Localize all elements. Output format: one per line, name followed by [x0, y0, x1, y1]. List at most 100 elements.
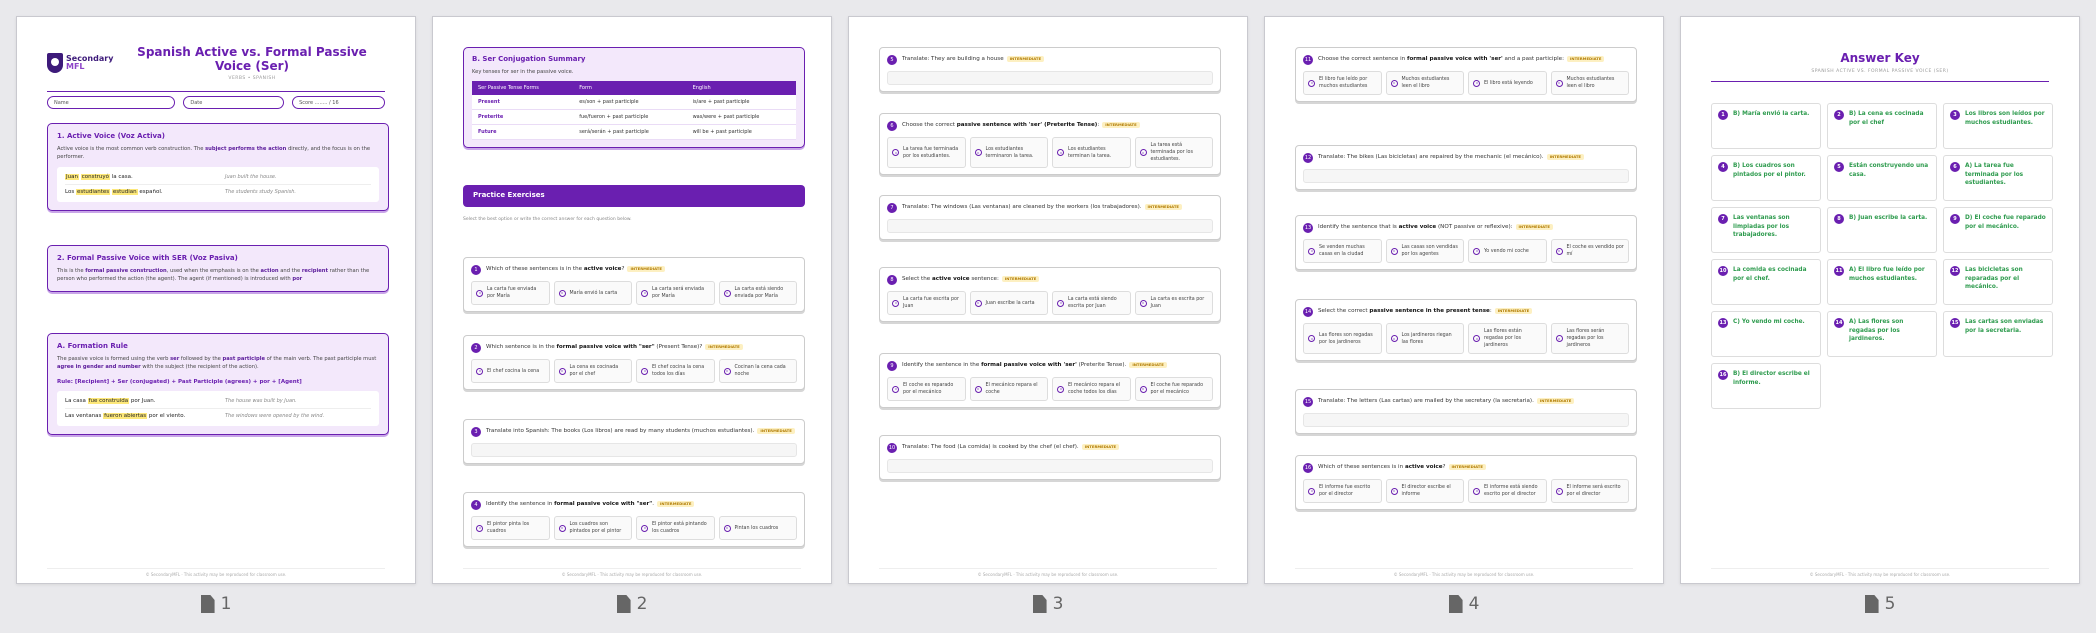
answer-option[interactable]: Los estudiantes terminan la tarea.: [1052, 137, 1131, 168]
answer-option[interactable]: Pintan los cuadros: [718, 516, 797, 540]
answer-option[interactable]: El libro está leyendo: [1468, 71, 1547, 95]
radio-button[interactable]: [558, 289, 566, 297]
radio-button[interactable]: [1308, 79, 1315, 87]
radio-button[interactable]: [1555, 335, 1563, 342]
answer-option[interactable]: El informe está siendo escrito por el di…: [1468, 479, 1547, 503]
answer-option[interactable]: El pintor está pintando los cuadros: [636, 516, 715, 540]
table-row: Future será/serán + past participle will b…: [472, 124, 796, 140]
name-field[interactable]: Name: [47, 96, 176, 109]
radio-button[interactable]: [723, 367, 731, 375]
page-number-2[interactable]: 2: [432, 594, 832, 614]
answer-option[interactable]: Los estudiantes terminaron la tarea.: [969, 137, 1048, 168]
radio-button[interactable]: [892, 149, 899, 156]
answer-input[interactable]: [887, 71, 1213, 85]
radio-button[interactable]: [1308, 247, 1315, 255]
page-number-3[interactable]: 3: [848, 594, 1248, 614]
page-number-1[interactable]: 1: [16, 594, 416, 614]
answer-option[interactable]: El coche es vendido por mí: [1550, 239, 1629, 263]
radio-button[interactable]: [723, 289, 731, 297]
radio-button[interactable]: [1473, 247, 1480, 255]
answer-option[interactable]: El informe fue escrito por el director: [1303, 479, 1382, 503]
radio-button[interactable]: [1390, 79, 1398, 87]
answer-option[interactable]: La cena es cocinada por el chef: [553, 359, 632, 383]
answer-option[interactable]: El director escribe el informe: [1385, 479, 1464, 503]
answer-option[interactable]: El coche fue reparado por el mecánico: [1134, 377, 1213, 401]
answer-option[interactable]: Cocinan la cena cada noche: [718, 359, 797, 383]
section-active-voice: 1. Active Voice (Voz Activa) Active voic…: [47, 123, 389, 211]
answer-option[interactable]: Las flores están regadas por los jardine…: [1468, 323, 1547, 354]
answer-option[interactable]: La tarea fue terminada por los estudiant…: [887, 137, 966, 168]
page-number-4[interactable]: 4: [1264, 594, 1664, 614]
radio-button[interactable]: [476, 367, 483, 375]
answer-input[interactable]: [887, 219, 1213, 233]
answer-input[interactable]: [1303, 169, 1629, 183]
radio-button[interactable]: [641, 289, 648, 297]
answer-option[interactable]: El chef cocina la cena: [471, 359, 550, 383]
radio-button[interactable]: [1555, 487, 1563, 495]
radio-button[interactable]: [1555, 247, 1563, 255]
answer-option[interactable]: Las flores son regadas por los jardinero…: [1303, 323, 1382, 354]
radio-button[interactable]: [1473, 335, 1480, 342]
answer-option[interactable]: La carta es escrita por Juan: [1134, 291, 1213, 315]
answer-option[interactable]: El chef cocina la cena todos los días: [636, 359, 715, 383]
radio-button[interactable]: [1390, 487, 1398, 495]
answer-option[interactable]: El pintor pinta los cuadros: [471, 516, 550, 540]
difficulty-badge: INTERMEDIATE: [1494, 307, 1533, 314]
answer-option[interactable]: Los cuadros son pintados por el pintor: [553, 516, 632, 540]
radio-button[interactable]: [641, 524, 648, 532]
answer-option[interactable]: María envió la carta: [553, 281, 632, 305]
answer-option[interactable]: El coche es reparado por el mecánico: [887, 377, 966, 401]
radio-button[interactable]: [1390, 335, 1398, 342]
answer-option[interactable]: Las casas son vendidas por los agentes: [1385, 239, 1464, 263]
answer-option[interactable]: Las flores serán regadas por los jardine…: [1550, 323, 1629, 354]
answer-option[interactable]: Se venden muchas casas en la ciudad: [1303, 239, 1382, 263]
radio-button[interactable]: [1057, 149, 1064, 156]
radio-button[interactable]: [641, 367, 648, 375]
answer-option[interactable]: Yo vendo mi coche: [1468, 239, 1547, 263]
answer-option[interactable]: Los jardineros riegan las flores: [1385, 323, 1464, 354]
page-number-5[interactable]: 5: [1680, 594, 2080, 614]
radio-button[interactable]: [1057, 385, 1064, 393]
answer-option[interactable]: La tarea está terminada por los estudian…: [1134, 137, 1213, 168]
radio-button[interactable]: [1139, 299, 1147, 307]
radio-button[interactable]: [1057, 299, 1064, 307]
radio-button[interactable]: [1473, 79, 1480, 87]
radio-button[interactable]: [476, 289, 483, 297]
section-title: 2. Formal Passive Voice with SER (Voz Pa…: [57, 254, 238, 262]
answer-option[interactable]: La carta está siendo enviada por María: [718, 281, 797, 305]
radio-button[interactable]: [1308, 335, 1315, 342]
radio-button[interactable]: [892, 299, 899, 307]
answer-option[interactable]: El mecánico repara el coche: [969, 377, 1048, 401]
radio-button[interactable]: [974, 149, 982, 156]
answer-option[interactable]: El mecánico repara el coche todos los dí…: [1052, 377, 1131, 401]
question-prompt: 2 Which sentence is in the formal passive…: [471, 343, 797, 353]
radio-button[interactable]: [1139, 385, 1147, 393]
question-card: 15 Translate: The letters (Las cartas) ar…: [1295, 389, 1637, 434]
answer-option[interactable]: El informe será escrito por el director: [1550, 479, 1629, 503]
radio-button[interactable]: [1473, 487, 1480, 495]
answer-option[interactable]: Juan escribe la carta: [969, 291, 1048, 315]
radio-button[interactable]: [1390, 247, 1398, 255]
answer-input[interactable]: [1303, 413, 1629, 427]
radio-button[interactable]: [1308, 487, 1315, 495]
radio-button[interactable]: [558, 524, 566, 532]
radio-button[interactable]: [1139, 149, 1147, 156]
answer-option[interactable]: La carta será enviada por María: [636, 281, 715, 305]
radio-button[interactable]: [558, 367, 566, 375]
date-field[interactable]: Date: [183, 96, 285, 109]
answer-option[interactable]: La carta está siendo escrita por Juan: [1052, 291, 1131, 315]
radio-button[interactable]: [974, 299, 982, 307]
radio-button[interactable]: [974, 385, 982, 393]
answer-input[interactable]: [887, 459, 1213, 473]
radio-button[interactable]: [892, 385, 899, 393]
radio-button[interactable]: [1555, 79, 1563, 87]
answer-option[interactable]: El libro fue leído por muchos estudiante…: [1303, 71, 1382, 95]
radio-button[interactable]: [476, 524, 483, 532]
answer-input[interactable]: [471, 443, 797, 457]
score-field[interactable]: Score ........ / 16: [292, 96, 385, 109]
answer-option[interactable]: Muchos estudiantes leen el libro: [1385, 71, 1464, 95]
answer-option[interactable]: La carta fue enviada por María: [471, 281, 550, 305]
answer-option[interactable]: La carta fue escrita por Juan: [887, 291, 966, 315]
radio-button[interactable]: [723, 524, 731, 532]
answer-option[interactable]: Muchos estudiantes leen el libro: [1550, 71, 1629, 95]
